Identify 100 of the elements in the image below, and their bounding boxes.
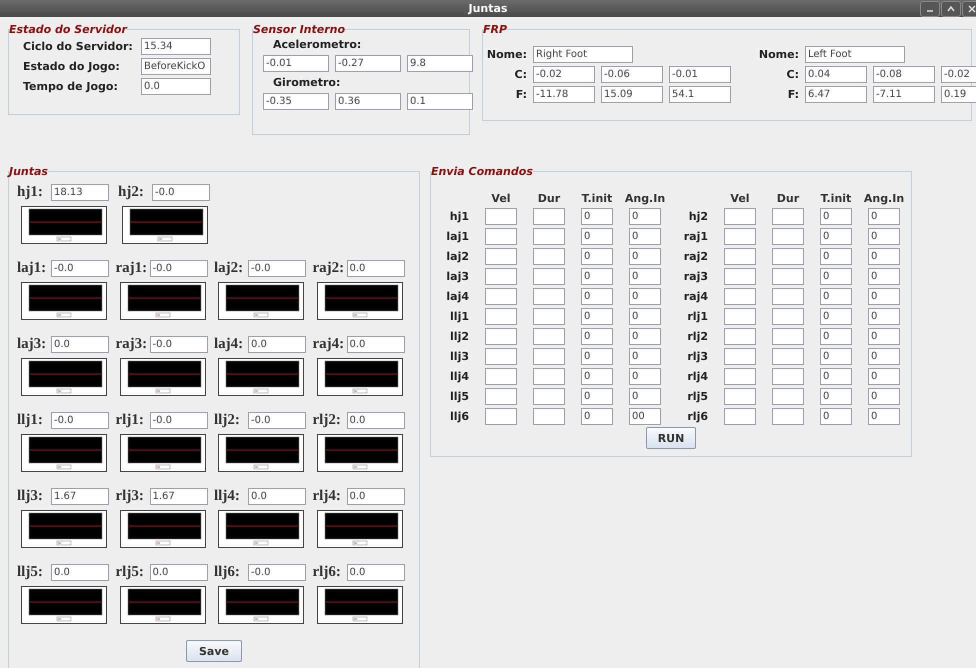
text-field[interactable]: 0: [868, 208, 900, 225]
text-field[interactable]: [485, 348, 517, 365]
text-field[interactable]: [724, 408, 756, 425]
text-field[interactable]: [533, 368, 565, 385]
text-field[interactable]: 0.0: [346, 564, 404, 581]
text-field[interactable]: [485, 408, 517, 425]
text-field[interactable]: 0: [820, 228, 852, 245]
text-field[interactable]: 0: [629, 308, 661, 325]
text-field[interactable]: 0: [868, 228, 900, 245]
text-field[interactable]: 0: [629, 288, 661, 305]
run-button[interactable]: RUN: [646, 427, 696, 449]
text-field[interactable]: -0.01: [669, 66, 731, 83]
text-field[interactable]: [772, 248, 804, 265]
text-field[interactable]: 00: [629, 408, 661, 425]
text-field[interactable]: 0: [820, 308, 852, 325]
text-field[interactable]: 0.04: [805, 66, 867, 83]
text-field[interactable]: 0.0: [346, 488, 404, 505]
text-field[interactable]: 0: [581, 288, 613, 305]
minimize-button[interactable]: [920, 1, 940, 17]
text-field[interactable]: 0.0: [150, 564, 208, 581]
text-field[interactable]: 0: [581, 248, 613, 265]
text-field[interactable]: 0.0: [346, 336, 404, 353]
text-field[interactable]: 0: [868, 408, 900, 425]
text-field[interactable]: [485, 388, 517, 405]
text-field[interactable]: 0: [581, 388, 613, 405]
text-field[interactable]: 0: [820, 348, 852, 365]
text-field[interactable]: 1.67: [51, 488, 109, 505]
text-field[interactable]: [724, 368, 756, 385]
text-field[interactable]: 0: [820, 208, 852, 225]
close-button[interactable]: [962, 1, 976, 17]
text-field[interactable]: [533, 348, 565, 365]
text-field[interactable]: [772, 388, 804, 405]
text-field[interactable]: [533, 268, 565, 285]
text-field[interactable]: -0.0: [152, 184, 210, 201]
maximize-button[interactable]: [941, 1, 961, 17]
text-field[interactable]: 0.0: [346, 412, 404, 429]
text-field[interactable]: -0.01: [263, 55, 329, 72]
text-field[interactable]: 0: [820, 268, 852, 285]
text-field[interactable]: -0.08: [873, 66, 935, 83]
text-field[interactable]: -0.02: [941, 66, 976, 83]
text-field[interactable]: -0.0: [248, 260, 306, 277]
save-button[interactable]: Save: [186, 640, 242, 662]
text-field[interactable]: [485, 288, 517, 305]
text-field[interactable]: 0: [868, 248, 900, 265]
text-field[interactable]: 0: [629, 248, 661, 265]
text-field[interactable]: -0.0: [248, 412, 306, 429]
text-field[interactable]: 0: [868, 328, 900, 345]
text-field[interactable]: 0: [581, 308, 613, 325]
text-field[interactable]: [533, 248, 565, 265]
text-field[interactable]: 0.0: [248, 336, 306, 353]
text-field[interactable]: [772, 208, 804, 225]
text-field[interactable]: 0: [629, 368, 661, 385]
text-field[interactable]: 0: [629, 208, 661, 225]
text-field[interactable]: 6.47: [805, 86, 867, 103]
text-field[interactable]: [724, 288, 756, 305]
text-field[interactable]: -0.06: [601, 66, 663, 83]
text-field[interactable]: 0: [820, 248, 852, 265]
text-field[interactable]: 0.0: [346, 260, 404, 277]
text-field[interactable]: [533, 288, 565, 305]
text-field[interactable]: [485, 368, 517, 385]
text-field[interactable]: -0.0: [150, 336, 208, 353]
text-field[interactable]: [772, 228, 804, 245]
text-field[interactable]: [533, 208, 565, 225]
text-field[interactable]: Right Foot: [533, 46, 633, 63]
text-field[interactable]: 0: [868, 268, 900, 285]
text-field[interactable]: [533, 388, 565, 405]
text-field[interactable]: [772, 368, 804, 385]
text-field[interactable]: [533, 408, 565, 425]
text-field[interactable]: 0: [581, 228, 613, 245]
text-field[interactable]: 0: [581, 268, 613, 285]
text-field[interactable]: 0: [868, 288, 900, 305]
text-field[interactable]: [533, 328, 565, 345]
text-field[interactable]: 0: [581, 368, 613, 385]
text-field[interactable]: 0.0: [51, 564, 109, 581]
text-field[interactable]: 0: [820, 408, 852, 425]
text-field[interactable]: 0: [629, 388, 661, 405]
text-field[interactable]: [724, 388, 756, 405]
text-field[interactable]: 0: [629, 328, 661, 345]
text-field[interactable]: 15.09: [601, 86, 663, 103]
text-field[interactable]: [485, 328, 517, 345]
text-field[interactable]: 0.19: [941, 86, 976, 103]
text-field[interactable]: -0.02: [533, 66, 595, 83]
text-field[interactable]: [724, 308, 756, 325]
text-field[interactable]: -0.0: [248, 564, 306, 581]
text-field[interactable]: 0.36: [335, 93, 401, 110]
text-field[interactable]: 15.34: [141, 38, 211, 55]
text-field[interactable]: -11.78: [533, 86, 595, 103]
text-field[interactable]: [724, 328, 756, 345]
text-field[interactable]: -0.27: [335, 55, 401, 72]
text-field[interactable]: [533, 228, 565, 245]
text-field[interactable]: 0: [629, 348, 661, 365]
text-field[interactable]: 0: [820, 368, 852, 385]
text-field[interactable]: -7.11: [873, 86, 935, 103]
text-field[interactable]: -0.0: [150, 412, 208, 429]
text-field[interactable]: [485, 248, 517, 265]
text-field[interactable]: -0.0: [51, 260, 109, 277]
text-field[interactable]: 0: [581, 348, 613, 365]
text-field[interactable]: [485, 308, 517, 325]
text-field[interactable]: -0.0: [51, 412, 109, 429]
text-field[interactable]: [772, 408, 804, 425]
